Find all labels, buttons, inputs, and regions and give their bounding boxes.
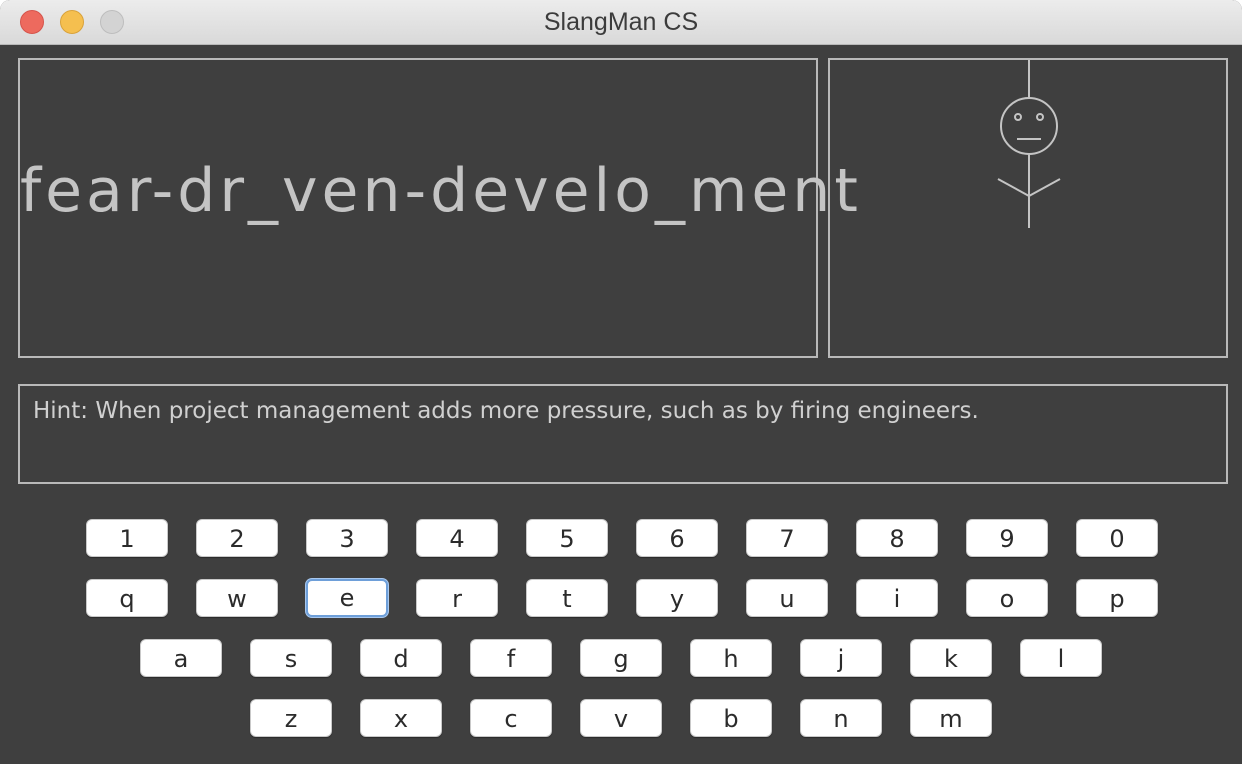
key-f[interactable]: f (470, 639, 552, 677)
key-n[interactable]: n (800, 699, 882, 737)
key-4[interactable]: 4 (416, 519, 498, 557)
hint-panel: Hint: When project management adds more … (18, 384, 1228, 484)
key-o[interactable]: o (966, 579, 1048, 617)
masked-word: fear-dr_ven-develo_ment (20, 156, 862, 226)
key-j[interactable]: j (800, 639, 882, 677)
app-window: SlangMan CS fear-dr_ven-develo_ment Hint… (0, 0, 1242, 764)
word-panel: fear-dr_ven-develo_ment (18, 58, 862, 358)
hangman-left-arm (997, 178, 1030, 197)
key-1[interactable]: 1 (86, 519, 168, 557)
key-7[interactable]: 7 (746, 519, 828, 557)
key-a[interactable]: a (140, 639, 222, 677)
key-t[interactable]: t (526, 579, 608, 617)
key-h[interactable]: h (690, 639, 772, 677)
key-9[interactable]: 9 (966, 519, 1048, 557)
hangman-left-eye (1014, 113, 1022, 121)
key-k[interactable]: k (910, 639, 992, 677)
window-title: SlangMan CS (543, 8, 699, 36)
key-m[interactable]: m (910, 699, 992, 737)
key-8[interactable]: 8 (856, 519, 938, 557)
hangman-panel (828, 58, 1228, 358)
key-y[interactable]: y (636, 579, 718, 617)
hangman-head (1000, 97, 1058, 155)
key-5[interactable]: 5 (526, 519, 608, 557)
hangman-right-eye (1036, 113, 1044, 121)
key-b[interactable]: b (690, 699, 772, 737)
hangman-right-arm (1028, 178, 1061, 197)
key-z[interactable]: z (250, 699, 332, 737)
key-u[interactable]: u (746, 579, 828, 617)
key-v[interactable]: v (580, 699, 662, 737)
key-w[interactable]: w (196, 579, 278, 617)
key-3[interactable]: 3 (306, 519, 388, 557)
title-bar: SlangMan CS (0, 0, 1242, 45)
key-p[interactable]: p (1076, 579, 1158, 617)
key-c[interactable]: c (470, 699, 552, 737)
key-x[interactable]: x (360, 699, 442, 737)
hangman-figure (997, 60, 1061, 228)
key-e[interactable]: e (306, 579, 388, 617)
key-6[interactable]: 6 (636, 519, 718, 557)
key-2[interactable]: 2 (196, 519, 278, 557)
key-r[interactable]: r (416, 579, 498, 617)
key-d[interactable]: d (360, 639, 442, 677)
key-s[interactable]: s (250, 639, 332, 677)
hint-text: Hint: When project management adds more … (33, 398, 979, 424)
key-g[interactable]: g (580, 639, 662, 677)
key-q[interactable]: q (86, 579, 168, 617)
key-0[interactable]: 0 (1076, 519, 1158, 557)
key-i[interactable]: i (856, 579, 938, 617)
key-l[interactable]: l (1020, 639, 1102, 677)
